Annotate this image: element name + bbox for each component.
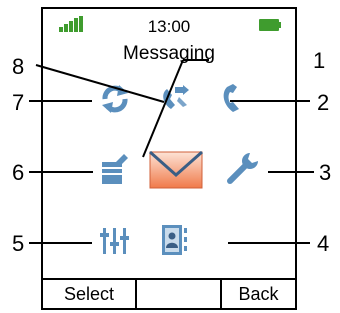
middle-softkey[interactable] bbox=[137, 280, 220, 308]
callout-1: 1 bbox=[313, 48, 326, 73]
callout-8: 8 bbox=[12, 54, 25, 79]
callout-3: 3 bbox=[319, 160, 332, 185]
callout-5: 5 bbox=[12, 231, 25, 256]
status-bar: 13:00 bbox=[43, 9, 295, 39]
sync-arrows-icon[interactable] bbox=[100, 85, 130, 113]
back-softkey[interactable]: Back bbox=[220, 280, 295, 308]
wrench-settings-icon[interactable] bbox=[226, 151, 260, 185]
contacts-book-icon[interactable] bbox=[161, 224, 189, 256]
callout-7: 7 bbox=[12, 90, 25, 115]
softkey-bar: Select Back bbox=[43, 278, 295, 308]
phone-screen: 13:00 Messaging Select Back bbox=[41, 7, 297, 310]
clock: 13:00 bbox=[147, 17, 191, 36]
callout-6: 6 bbox=[12, 160, 25, 185]
notepad-icon[interactable] bbox=[100, 154, 128, 186]
phone-handset-icon[interactable] bbox=[219, 83, 245, 113]
call-forward-icon[interactable] bbox=[159, 83, 191, 113]
callout-2: 2 bbox=[317, 90, 330, 115]
menu-title: Messaging bbox=[123, 43, 215, 64]
battery-full-icon bbox=[259, 19, 281, 31]
equalizer-sliders-icon[interactable] bbox=[100, 226, 130, 256]
select-softkey[interactable]: Select bbox=[43, 280, 137, 308]
messaging-envelope-icon[interactable] bbox=[149, 151, 203, 189]
callout-4: 4 bbox=[317, 231, 330, 256]
